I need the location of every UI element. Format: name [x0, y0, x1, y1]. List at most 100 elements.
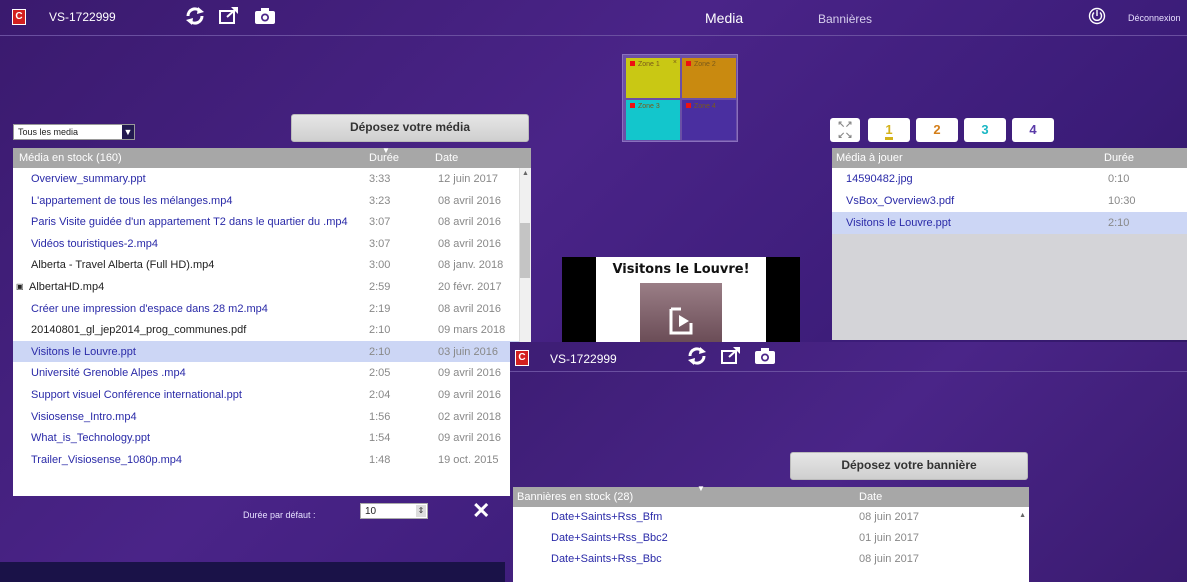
- table-row[interactable]: Visitons le Louvre.ppt 2:10 03 juin 2016: [13, 340, 531, 363]
- sort-desc-icon: ▼: [697, 484, 705, 493]
- table-row[interactable]: Vidéos touristiques-2.mp4 3:07 08 avril 20…: [13, 233, 531, 255]
- banner-window: C VS-1722999 Déposez votre bannière Bann…: [510, 342, 1187, 582]
- table-header: Média à jouer Durée: [832, 148, 1187, 168]
- table-row[interactable]: 20140801_gl_jep2014_prog_communes.pdf 2:1…: [13, 319, 531, 341]
- table-row[interactable]: What_is_Technology.ppt 1:54 09 avril 2016: [13, 427, 531, 449]
- play-list-table: Média à jouer Durée 14590482.jpg 0:10 VsBo…: [832, 148, 1187, 340]
- media-name: Université Grenoble Alpes .mp4: [31, 367, 186, 380]
- media-name: Overview_summary.ppt: [31, 173, 146, 185]
- table-row[interactable]: Créer une impression d'espace dans 28 m2…: [13, 298, 531, 320]
- play-media-name: Visitons le Louvre.ppt: [846, 217, 951, 229]
- col-date[interactable]: Date: [435, 152, 458, 164]
- banner-date: 08 juin 2017: [859, 511, 919, 523]
- app-logo: C: [515, 350, 529, 366]
- close-icon[interactable]: ✕: [472, 498, 490, 524]
- zone-marker: [630, 103, 635, 108]
- media-duration: 2:19: [369, 302, 391, 315]
- col-date[interactable]: Date: [859, 491, 882, 503]
- banner-row[interactable]: Date+Saints+Rss_Bbc2 01 juin 2017: [513, 528, 1029, 549]
- table-row[interactable]: Université Grenoble Alpes .mp4 2:05 09 avr…: [13, 362, 531, 384]
- zone-4[interactable]: Zone 4: [682, 100, 736, 140]
- col-media-stock[interactable]: Média en stock (160): [19, 152, 122, 164]
- table-row[interactable]: Overview_summary.ppt 3:33 12 juin 2017: [13, 168, 531, 190]
- media-filter-select[interactable]: Tous les media ▼: [13, 124, 135, 140]
- drop-media-button[interactable]: Déposez votre média: [291, 114, 529, 142]
- media-date: 02 avril 2018: [438, 410, 501, 423]
- table-row[interactable]: Trailer_Visiosense_1080p.mp4 1:48 19 oct. …: [13, 449, 531, 471]
- nav-banners[interactable]: Bannières: [818, 12, 872, 26]
- media-duration: 3:23: [369, 194, 391, 207]
- slideshow-icon: [669, 307, 693, 335]
- page-3-button[interactable]: 3: [964, 118, 1006, 142]
- page-1-button[interactable]: 1: [868, 118, 910, 142]
- media-name: Créer une impression d'espace dans 28 m2…: [31, 302, 268, 315]
- refresh-icon[interactable]: [184, 6, 206, 26]
- camera-icon[interactable]: [754, 346, 776, 366]
- media-date: 12 juin 2017: [438, 173, 498, 185]
- media-duration: 2:05: [369, 367, 391, 380]
- media-name: Alberta - Travel Alberta (Full HD).mp4: [31, 259, 215, 272]
- refresh-icon[interactable]: [686, 346, 708, 366]
- media-name: Visitons le Louvre.ppt: [31, 345, 136, 358]
- logout-link[interactable]: Déconnexion: [1128, 13, 1181, 23]
- nav-media[interactable]: Media: [705, 10, 743, 26]
- bottom-strip: [0, 562, 505, 582]
- scroll-up-icon[interactable]: ▲: [1019, 512, 1026, 519]
- table-row[interactable]: L'appartement de tous les mélanges.mp4 3:…: [13, 190, 531, 212]
- col-media-to-play[interactable]: Média à jouer: [836, 152, 903, 164]
- media-date: 09 avril 2016: [438, 432, 501, 445]
- table-row[interactable]: Support visuel Conférence international.…: [13, 384, 531, 406]
- play-media-duration: 10:30: [1108, 195, 1136, 207]
- expand-icon[interactable]: ↖↗ ↙↘: [830, 118, 860, 142]
- default-duration-value: 10: [365, 506, 377, 517]
- media-name: Vidéos touristiques-2.mp4: [31, 237, 158, 250]
- zone-2[interactable]: Zone 2: [682, 58, 736, 98]
- media-date: 08 avril 2016: [438, 302, 501, 315]
- app-logo: C: [12, 9, 26, 25]
- page-2-button[interactable]: 2: [916, 118, 958, 142]
- page-4-button[interactable]: 4: [1012, 118, 1054, 142]
- play-row[interactable]: Visitons le Louvre.ppt 2:10: [832, 212, 1187, 234]
- banner-row[interactable]: Date+Saints+Rss_Bbc 08 juin 2017: [513, 549, 1029, 570]
- table-row[interactable]: Visiosense_Intro.mp4 1:56 02 avril 2018: [13, 406, 531, 428]
- media-duration: 3:33: [369, 173, 391, 185]
- col-duration[interactable]: Durée: [1104, 152, 1134, 164]
- banner-row[interactable]: Date+Saints+Rss_Bfm 08 juin 2017: [513, 507, 1029, 528]
- camera-icon[interactable]: [254, 6, 276, 26]
- drop-banner-button[interactable]: Déposez votre bannière: [790, 452, 1028, 480]
- banner-date: 01 juin 2017: [859, 532, 919, 544]
- scroll-thumb[interactable]: [520, 223, 530, 278]
- play-row[interactable]: VsBox_Overview3.pdf 10:30: [832, 190, 1187, 212]
- preview-slide: Visitons le Louvre!: [596, 257, 766, 343]
- media-name: L'appartement de tous les mélanges.mp4: [31, 194, 233, 207]
- external-screen-icon[interactable]: [720, 346, 742, 366]
- media-duration: 2:59: [369, 280, 391, 293]
- table-row[interactable]: Alberta - Travel Alberta (Full HD).mp4 3:…: [13, 254, 531, 276]
- external-screen-icon[interactable]: [218, 6, 240, 26]
- default-duration-input[interactable]: 10 ⇕: [360, 503, 428, 519]
- table-row[interactable]: Paris Visite guidée d'un appartement T2 …: [13, 211, 531, 233]
- power-icon[interactable]: [1088, 7, 1106, 25]
- banner-stock-table: Date+Saints+Rss_Bfm 08 juin 2017 Date+Sain…: [513, 507, 1029, 582]
- preview-image: [640, 283, 722, 343]
- media-name: Support visuel Conférence international.…: [31, 388, 242, 401]
- zone-1[interactable]: Zone 1 ×: [626, 58, 680, 98]
- zone-close-icon[interactable]: ×: [673, 59, 677, 66]
- media-name: AlbertaHD.mp4: [29, 280, 105, 293]
- media-duration: 3:07: [369, 237, 391, 250]
- media-date: 08 avril 2016: [438, 237, 501, 250]
- table-header: Média en stock (160) Durée ▼ Date: [13, 148, 531, 168]
- zone-3[interactable]: Zone 3: [626, 100, 680, 140]
- media-date: 08 avril 2016: [438, 216, 501, 229]
- scroll-up-icon[interactable]: ▲: [522, 170, 529, 177]
- spinner-icon[interactable]: ⇕: [416, 505, 426, 517]
- banner-date: 08 juin 2017: [859, 553, 919, 565]
- play-row[interactable]: 14590482.jpg 0:10: [832, 168, 1187, 190]
- video-icon: ▣: [16, 281, 24, 291]
- table-row[interactable]: ▣ AlbertaHD.mp4 2:59 20 févr. 2017: [13, 276, 531, 298]
- media-date: 09 avril 2016: [438, 388, 501, 401]
- media-name: Trailer_Visiosense_1080p.mp4: [31, 453, 183, 466]
- col-banner-stock[interactable]: Bannières en stock (28): [517, 491, 633, 503]
- play-media-name: 14590482.jpg: [846, 173, 913, 185]
- media-duration: 2:04: [369, 388, 391, 401]
